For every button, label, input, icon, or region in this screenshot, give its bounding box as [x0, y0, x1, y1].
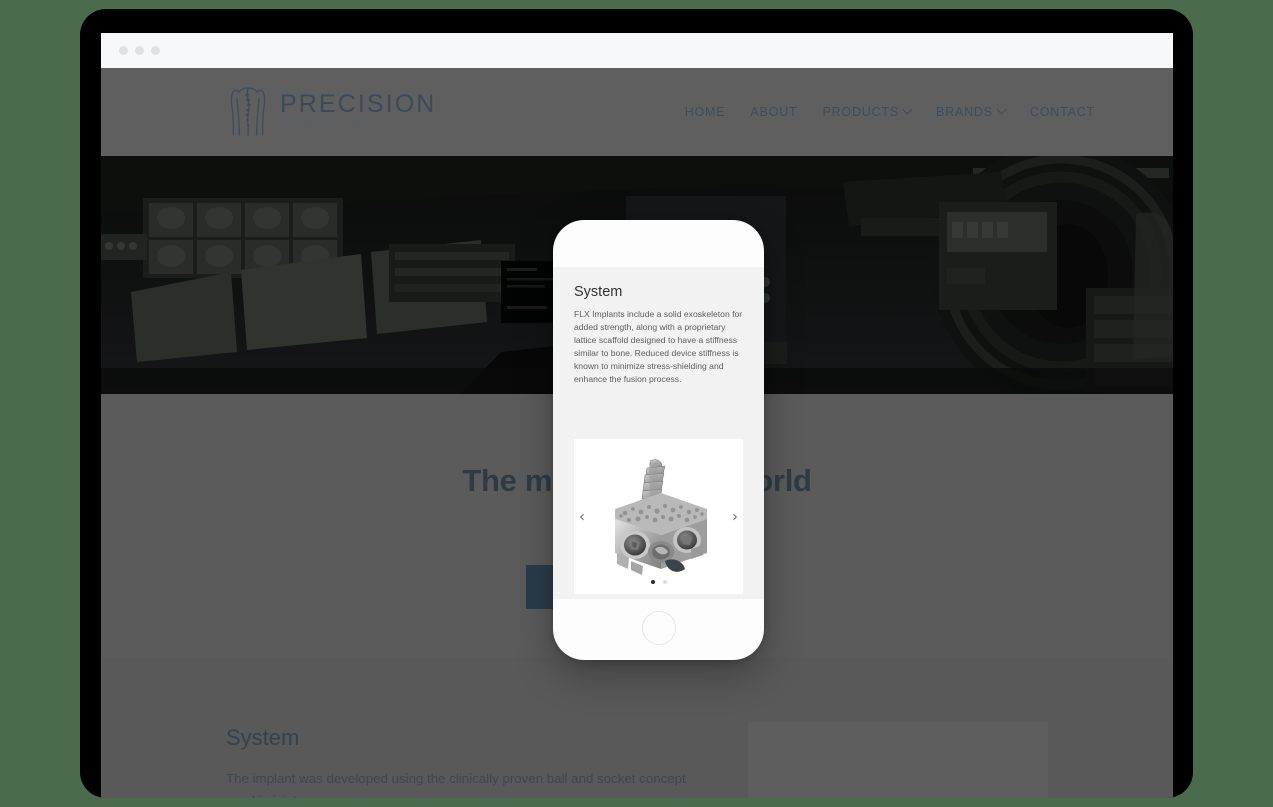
chevron-down-icon — [996, 104, 1007, 115]
window-maximize-dot[interactable] — [151, 46, 160, 55]
phone-home-button[interactable] — [641, 611, 676, 645]
lower-text-column: System The implant was developed using t… — [226, 722, 703, 798]
carousel-next-arrow[interactable]: › — [732, 509, 738, 524]
carousel-dots — [650, 580, 667, 584]
carousel-dot-2[interactable] — [662, 580, 667, 584]
laptop-device-frame: PRECISION SURGICAL HOME ABOUT PRODUCTS B… — [80, 9, 1193, 798]
carousel-prev-arrow[interactable]: ‹ — [579, 509, 585, 524]
logo-title: PRECISION — [280, 89, 437, 118]
nav-label: BRANDS — [936, 105, 993, 119]
carousel-dot-1[interactable] — [650, 580, 655, 584]
phone-screen: System FLX Implants include a solid exos… — [553, 267, 764, 599]
lower-image-placeholder — [748, 722, 1048, 798]
logo-subtitle: SURGICAL — [282, 120, 374, 133]
nav-item-home[interactable]: HOME — [685, 105, 726, 119]
site-header: PRECISION SURGICAL HOME ABOUT PRODUCTS B… — [101, 68, 1173, 156]
spinal-implant-image — [614, 458, 707, 575]
product-carousel[interactable]: ‹ › — [574, 439, 743, 594]
spine-back-logo-icon — [230, 87, 266, 137]
lower-paragraph: The implant was developed using the clin… — [226, 771, 686, 798]
phone-heading: System — [574, 284, 623, 300]
nav-item-products[interactable]: PRODUCTS — [822, 104, 913, 119]
phone-body-text: FLX Implants include a solid exoskeleton… — [574, 309, 743, 385]
browser-chrome-bar — [101, 33, 1173, 68]
nav-label: ABOUT — [750, 105, 798, 119]
lower-heading: System — [226, 725, 300, 750]
site-logo[interactable]: PRECISION SURGICAL — [226, 83, 436, 141]
phone-mockup: System FLX Implants include a solid exos… — [553, 220, 764, 660]
nav-label: CONTACT — [1029, 105, 1095, 119]
main-navigation: HOME ABOUT PRODUCTS BRANDS CONTACT — [685, 104, 1095, 119]
chevron-down-icon — [902, 104, 913, 115]
nav-label: PRODUCTS — [822, 105, 899, 119]
browser-window: PRECISION SURGICAL HOME ABOUT PRODUCTS B… — [101, 33, 1173, 798]
phone-content: System FLX Implants include a solid exos… — [553, 267, 764, 386]
nav-item-about[interactable]: ABOUT — [750, 105, 797, 119]
nav-item-brands[interactable]: BRANDS — [936, 104, 1007, 119]
lower-content-section: System The implant was developed using t… — [101, 657, 1173, 798]
window-minimize-dot[interactable] — [135, 46, 144, 55]
window-close-dot[interactable] — [119, 46, 128, 55]
nav-item-contact[interactable]: CONTACT — [1030, 105, 1095, 119]
nav-label: HOME — [684, 105, 726, 119]
